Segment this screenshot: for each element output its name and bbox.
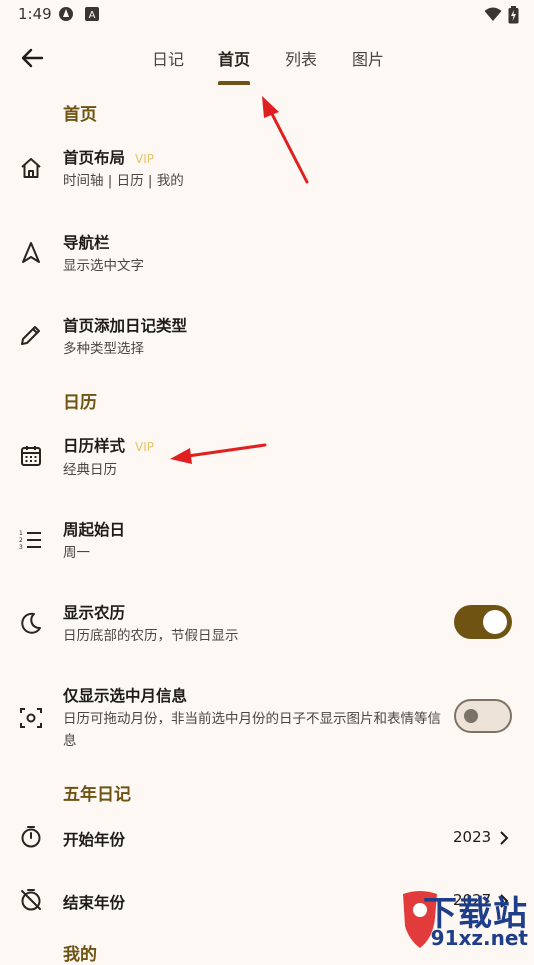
- annotation-arrows: [170, 96, 309, 464]
- arrow-to-calendar-style: [170, 443, 267, 464]
- watermark-url: 91xz.net: [430, 926, 528, 950]
- arrow-to-home-tab: [262, 96, 309, 184]
